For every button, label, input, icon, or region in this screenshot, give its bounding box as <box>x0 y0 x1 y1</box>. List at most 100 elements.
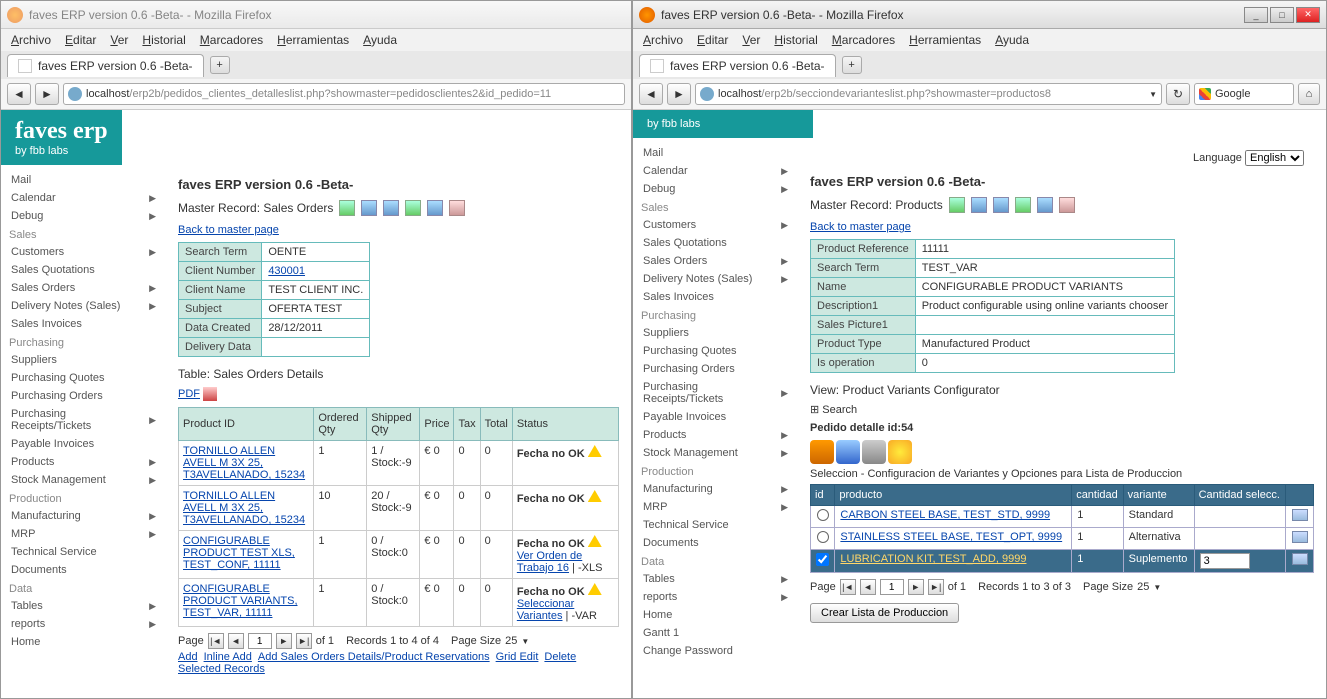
sidebar-item-sales-invoices[interactable]: Sales Invoices <box>637 288 794 306</box>
sidebar-item-sales-quotations[interactable]: Sales Quotations <box>5 261 162 279</box>
action-grid-edit[interactable]: Grid Edit <box>496 651 539 663</box>
sidebar-item-tables[interactable]: Tables▶ <box>637 570 794 588</box>
menu-herramientas[interactable]: Herramientas <box>277 33 349 47</box>
column-header[interactable]: cantidad <box>1072 485 1123 506</box>
menu-historial[interactable]: Historial <box>142 33 185 47</box>
close-button[interactable]: ✕ <box>1296 7 1320 23</box>
sidebar-item-payable-invoices[interactable]: Payable Invoices <box>5 435 162 453</box>
config-icon-2[interactable] <box>836 440 860 464</box>
menu-marcadores[interactable]: Marcadores <box>832 33 895 47</box>
dropdown-icon[interactable]: ▼ <box>1149 90 1157 99</box>
sidebar-item-products[interactable]: Products▶ <box>5 453 162 471</box>
sidebar-item-reports[interactable]: reports▶ <box>5 615 162 633</box>
icon-csv[interactable] <box>1015 197 1031 213</box>
icon-excel[interactable] <box>949 197 965 213</box>
new-tab-button[interactable]: + <box>210 56 230 74</box>
menu-historial[interactable]: Historial <box>774 33 817 47</box>
row-checkbox[interactable] <box>816 553 829 566</box>
chevron-down-icon[interactable]: ▼ <box>1153 583 1161 592</box>
action-add-sales-orders-details-product-reservations[interactable]: Add Sales Orders Details/Product Reserva… <box>258 651 490 663</box>
sidebar-item-reports[interactable]: reports▶ <box>637 588 794 606</box>
sidebar-item-documents[interactable]: Documents <box>637 534 794 552</box>
menu-herramientas[interactable]: Herramientas <box>909 33 981 47</box>
row-radio[interactable] <box>817 509 829 521</box>
sidebar-item-stock-management[interactable]: Stock Management▶ <box>637 444 794 462</box>
back-button[interactable]: ◄ <box>7 83 31 105</box>
icon-xml[interactable] <box>993 197 1009 213</box>
sidebar-item-suppliers[interactable]: Suppliers <box>5 351 162 369</box>
forward-button[interactable]: ► <box>667 83 691 105</box>
sidebar-item-documents[interactable]: Documents <box>5 561 162 579</box>
icon-xml[interactable] <box>383 200 399 216</box>
expand-icon[interactable]: ⊞ <box>810 404 819 416</box>
pager-next[interactable]: ► <box>276 633 292 649</box>
config-icon-1[interactable] <box>810 440 834 464</box>
product-link[interactable]: TORNILLO ALLEN AVELL M 3X 25, T3AVELLANA… <box>183 490 305 526</box>
menu-ver[interactable]: Ver <box>110 33 128 47</box>
sidebar-item-mrp[interactable]: MRP▶ <box>637 498 794 516</box>
sidebar-item-suppliers[interactable]: Suppliers <box>637 324 794 342</box>
reload-button[interactable]: ↻ <box>1166 83 1190 105</box>
row-action-icon[interactable] <box>1292 531 1308 543</box>
forward-button[interactable]: ► <box>35 83 59 105</box>
cantidad-input[interactable] <box>1200 553 1250 569</box>
product-link[interactable]: CONFIGURABLE PRODUCT TEST XLS, TEST_CONF… <box>183 535 295 571</box>
sidebar-item-debug[interactable]: Debug▶ <box>5 207 162 225</box>
pager-prev[interactable]: ◄ <box>228 633 244 649</box>
sidebar-item-manufacturing[interactable]: Manufacturing▶ <box>5 507 162 525</box>
maximize-button[interactable]: □ <box>1270 7 1294 23</box>
menu-archivo[interactable]: Archivo <box>11 33 51 47</box>
new-tab-button[interactable]: + <box>842 56 862 74</box>
menu-archivo[interactable]: Archivo <box>643 33 683 47</box>
sidebar-item-home[interactable]: Home <box>5 633 162 651</box>
row-radio[interactable] <box>817 531 829 543</box>
url-bar[interactable]: localhost/erp2b/secciondevarianteslist.p… <box>695 83 1162 105</box>
menu-ayuda[interactable]: Ayuda <box>995 33 1029 47</box>
row-action-icon[interactable] <box>1292 509 1308 521</box>
product-link[interactable]: LUBRICATION KIT, TEST_ADD, 9999 <box>840 553 1026 565</box>
sidebar-item-delivery-notes-sales-[interactable]: Delivery Notes (Sales)▶ <box>5 297 162 315</box>
menu-marcadores[interactable]: Marcadores <box>200 33 263 47</box>
pdf-icon[interactable] <box>203 387 217 401</box>
sidebar-item-sales-invoices[interactable]: Sales Invoices <box>5 315 162 333</box>
icon-mail[interactable] <box>449 200 465 216</box>
product-link[interactable]: CARBON STEEL BASE, TEST_STD, 9999 <box>840 509 1050 521</box>
column-header[interactable]: variante <box>1123 485 1194 506</box>
icon-word[interactable] <box>971 197 987 213</box>
language-select[interactable]: English <box>1245 150 1304 166</box>
chevron-down-icon[interactable]: ▼ <box>521 637 529 646</box>
sidebar-item-products[interactable]: Products▶ <box>637 426 794 444</box>
pager-last[interactable]: ►| <box>928 579 944 595</box>
sidebar-item-purchasing-receipts-tickets[interactable]: Purchasing Receipts/Tickets▶ <box>5 405 162 435</box>
browser-tab[interactable]: faves ERP version 0.6 -Beta- <box>7 54 204 77</box>
wrench-icon[interactable] <box>862 440 886 464</box>
sidebar-item-manufacturing[interactable]: Manufacturing▶ <box>637 480 794 498</box>
column-header[interactable]: Price <box>420 408 454 441</box>
column-header[interactable]: Cantidad selecc. <box>1194 485 1286 506</box>
sidebar-item-sales-orders[interactable]: Sales Orders▶ <box>637 252 794 270</box>
sidebar-item-calendar[interactable]: Calendar▶ <box>5 189 162 207</box>
pager-prev[interactable]: ◄ <box>860 579 876 595</box>
menu-editar[interactable]: Editar <box>65 33 96 47</box>
menu-ver[interactable]: Ver <box>742 33 760 47</box>
search-box[interactable]: Google <box>1194 83 1294 105</box>
icon-mail[interactable] <box>1059 197 1075 213</box>
icon-print[interactable] <box>427 200 443 216</box>
column-header[interactable]: producto <box>835 485 1072 506</box>
row-action-icon[interactable] <box>1292 553 1308 565</box>
menu-editar[interactable]: Editar <box>697 33 728 47</box>
sidebar-item-mrp[interactable]: MRP▶ <box>5 525 162 543</box>
icon-csv[interactable] <box>405 200 421 216</box>
pager-next[interactable]: ► <box>908 579 924 595</box>
pager-pagesize-value[interactable]: 25 <box>1137 581 1149 593</box>
sidebar-item-purchasing-quotes[interactable]: Purchasing Quotes <box>5 369 162 387</box>
sidebar-item-sales-orders[interactable]: Sales Orders▶ <box>5 279 162 297</box>
pager-last[interactable]: ►| <box>296 633 312 649</box>
column-header[interactable]: Ordered Qty <box>314 408 367 441</box>
action-inline-add[interactable]: Inline Add <box>204 651 252 663</box>
sidebar-item-payable-invoices[interactable]: Payable Invoices <box>637 408 794 426</box>
column-header[interactable]: Status <box>512 408 618 441</box>
bulb-icon[interactable] <box>888 440 912 464</box>
sidebar-item-gantt-[interactable]: Gantt 1 <box>637 624 794 642</box>
icon-word[interactable] <box>361 200 377 216</box>
